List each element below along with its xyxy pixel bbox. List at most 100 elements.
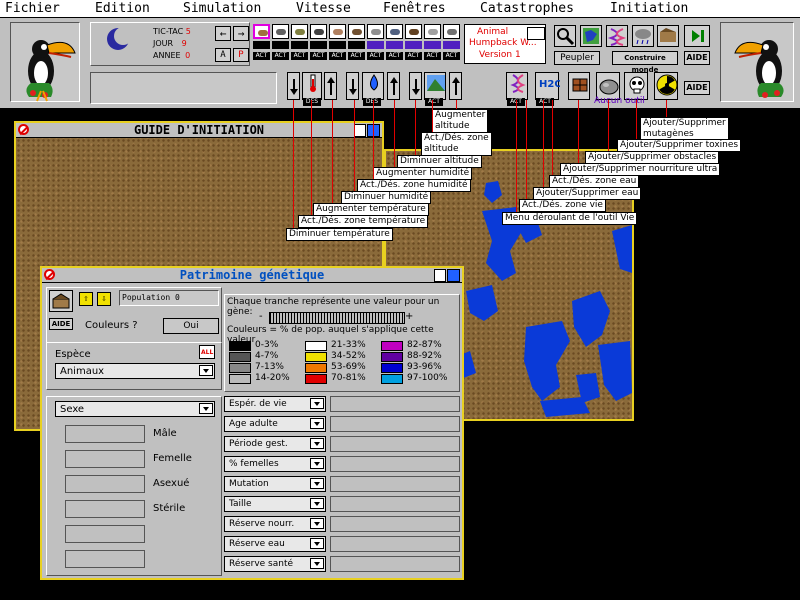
mode-a-button[interactable]: A xyxy=(215,48,231,62)
menu-initiation[interactable]: Initiation xyxy=(610,1,688,16)
species-act-toggle[interactable]: ACT xyxy=(443,52,460,60)
menu-fichier[interactable]: Fichier xyxy=(5,1,60,16)
species-act-toggle[interactable]: ACT xyxy=(329,52,346,60)
species-icon[interactable] xyxy=(310,24,327,39)
species-icon[interactable] xyxy=(443,24,460,39)
humidity-zone-button[interactable] xyxy=(362,72,384,100)
gene-value-bar[interactable] xyxy=(269,312,405,324)
water-tool-button[interactable]: H2O xyxy=(535,72,563,100)
callout-leader-line xyxy=(415,100,416,157)
temperature-up-button[interactable] xyxy=(324,72,337,100)
altitude-up-button[interactable] xyxy=(449,72,462,100)
couleurs-oui-button[interactable]: Oui xyxy=(163,318,219,334)
weather-button[interactable] xyxy=(632,25,654,47)
species-icon[interactable] xyxy=(329,24,346,39)
species-dropdown-arrow[interactable] xyxy=(527,27,545,40)
aide-button-top[interactable]: AIDE xyxy=(684,51,710,65)
species-name-box[interactable]: Animal Humpback W... Version 1 xyxy=(464,24,546,64)
species-act-toggle[interactable]: ACT xyxy=(348,52,365,60)
close-icon[interactable] xyxy=(18,124,29,135)
toucan-mascot-left[interactable] xyxy=(10,22,80,102)
magnifier-button[interactable] xyxy=(554,25,576,47)
espece-dropdown[interactable]: Animaux xyxy=(55,363,215,379)
species-act-toggle[interactable]: ACT xyxy=(253,52,270,60)
zone-toggle[interactable]: ACT xyxy=(425,98,443,106)
food-tool-button[interactable] xyxy=(568,72,590,100)
species-act-toggle[interactable]: ACT xyxy=(367,52,384,60)
species-icon[interactable] xyxy=(272,24,289,39)
mutagen-tool-button[interactable] xyxy=(654,72,678,100)
population-field[interactable]: Population 0 xyxy=(119,290,219,306)
altitude-down-button[interactable] xyxy=(409,72,422,100)
peupler-button[interactable]: Peupler xyxy=(554,51,600,65)
humidity-up-button[interactable] xyxy=(387,72,400,100)
gene-dropdown[interactable]: Réserve nourr. xyxy=(224,516,326,532)
next-page-button[interactable]: → xyxy=(233,26,249,41)
aide-button-genetic[interactable]: AIDE xyxy=(49,318,73,330)
species-act-toggle[interactable]: ACT xyxy=(310,52,327,60)
legend-label: 7-13% xyxy=(255,362,284,372)
menu-fenetres[interactable]: Fenêtres xyxy=(383,1,446,16)
species-icon[interactable] xyxy=(348,24,365,39)
gene-dropdown[interactable]: Mutation xyxy=(224,476,326,492)
maximize-icon[interactable] xyxy=(447,269,460,282)
mode-p-button[interactable]: P xyxy=(233,48,249,62)
zone-toggle[interactable]: DES xyxy=(363,98,381,106)
gene-dropdown[interactable]: Espér. de vie xyxy=(224,396,326,412)
gene-dropdown[interactable]: % femelles xyxy=(224,456,326,472)
close-icon[interactable] xyxy=(44,269,55,280)
species-icon[interactable] xyxy=(386,24,403,39)
play-button[interactable] xyxy=(684,25,710,47)
menu-simulation[interactable]: Simulation xyxy=(183,1,261,16)
arrow-down-button[interactable]: ⇩ xyxy=(97,292,111,306)
species-icon[interactable] xyxy=(405,24,422,39)
species-act-toggle[interactable]: ACT xyxy=(291,52,308,60)
chevron-down-icon xyxy=(310,418,324,429)
dna-button[interactable] xyxy=(606,25,628,47)
construire-monde-button[interactable]: Construire monde xyxy=(612,51,678,74)
temperature-down-button[interactable] xyxy=(287,72,300,100)
gene-name: % femelles xyxy=(229,459,279,469)
zone-toggle[interactable]: DES xyxy=(303,98,321,106)
food-icon xyxy=(572,78,588,92)
sexe-dropdown[interactable]: Sexe xyxy=(55,401,215,417)
species-act-toggle[interactable]: ACT xyxy=(272,52,289,60)
gene-dropdown[interactable]: Réserve eau xyxy=(224,536,326,552)
map-button[interactable] xyxy=(580,25,602,47)
arrow-up-button[interactable]: ⇧ xyxy=(79,292,93,306)
species-icon[interactable] xyxy=(367,24,384,39)
minimize-icon[interactable] xyxy=(434,269,446,282)
species-icon[interactable] xyxy=(291,24,308,39)
prev-page-button[interactable]: ← xyxy=(215,26,231,41)
aide-button-tools[interactable]: AIDE xyxy=(684,81,710,95)
animal-icon xyxy=(371,29,381,35)
terrain-button[interactable] xyxy=(657,25,679,47)
life-tool-button[interactable] xyxy=(506,72,528,100)
species-act-toggle[interactable]: ACT xyxy=(386,52,403,60)
gene-dropdown[interactable]: Réserve santé xyxy=(224,556,326,572)
population-tool-button[interactable] xyxy=(49,290,73,312)
species-icon[interactable] xyxy=(253,24,270,39)
toucan-mascot-right[interactable] xyxy=(720,22,794,102)
callout-leader-line xyxy=(354,100,355,193)
menu-vitesse[interactable]: Vitesse xyxy=(296,1,351,16)
altitude-zone-button[interactable] xyxy=(424,72,446,100)
gene-dropdown[interactable]: Age adulte xyxy=(224,416,326,432)
gene-dropdown[interactable]: Taille xyxy=(224,496,326,512)
species-act-toggle[interactable]: ACT xyxy=(424,52,441,60)
aucun-outil-status: Aucun outil xyxy=(594,96,645,106)
jour-value: 9 xyxy=(181,39,187,48)
species-icon[interactable] xyxy=(424,24,441,39)
gene-dropdown[interactable]: Période gest. xyxy=(224,436,326,452)
humidity-down-button[interactable] xyxy=(346,72,359,100)
temperature-zone-button[interactable] xyxy=(302,72,322,100)
menu-catastrophes[interactable]: Catastrophes xyxy=(480,1,574,16)
species-act-toggle[interactable]: ACT xyxy=(405,52,422,60)
mountain-icon xyxy=(427,75,445,91)
population-bar xyxy=(253,41,270,49)
all-species-icon[interactable]: ALL xyxy=(199,345,215,359)
callout-leader-line xyxy=(578,100,579,165)
menu-edition[interactable]: Edition xyxy=(95,1,150,16)
minimize-icon[interactable] xyxy=(354,124,366,137)
population-bar xyxy=(386,41,403,49)
